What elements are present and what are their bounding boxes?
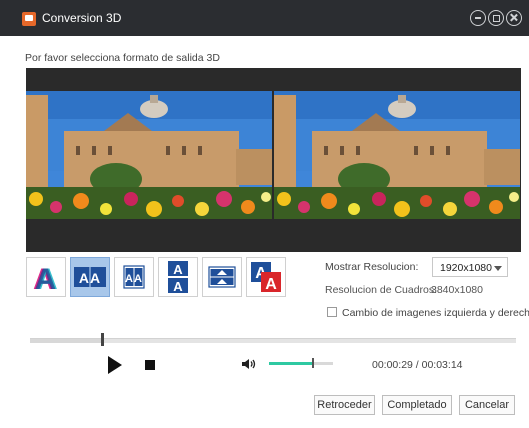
anaglyph-3d-icon: A A A [33,263,58,296]
preview-frame-right [274,91,520,219]
format-top-bottom-full-button[interactable]: A A [158,257,198,297]
swap-left-right-label: Cambio de imagenes izquierda y derecha [342,307,529,319]
top-bottom-half-icon [208,266,236,288]
stop-button[interactable] [145,360,155,370]
minimize-button[interactable] [470,10,486,26]
cancel-button[interactable]: Cancelar [459,395,515,415]
red-blue-icon: A A [251,262,281,293]
app-icon [22,12,36,26]
window-title: Conversion 3D [42,11,122,25]
svg-text:AA: AA [125,273,143,285]
display-resolution-select[interactable]: 1920x1080 [432,257,508,277]
format-top-bottom-half-button[interactable] [202,257,242,297]
format-red-blue-button[interactable]: A A [246,257,286,297]
display-resolution-value: 1920x1080 [440,262,492,274]
preview-scene-left [26,91,272,219]
volume-slider[interactable] [269,362,333,365]
svg-text:AA: AA [79,270,101,286]
format-side-by-side-full-button[interactable]: AA [70,257,110,297]
top-bottom-full-icon: A A [168,261,188,294]
swap-left-right-checkbox[interactable] [327,307,337,317]
frame-resolution-value: 3840x1080 [431,284,483,296]
playback-time: 00:00:29 / 00:03:14 [372,359,463,371]
svg-text:A: A [173,262,183,277]
video-preview [26,68,521,252]
seek-bar-progress [30,339,103,343]
close-button[interactable] [506,10,522,26]
volume-handle[interactable] [312,358,314,368]
side-by-side-half-icon: AA [123,265,145,289]
svg-text:A: A [35,263,57,296]
title-bar: Conversion 3D [0,0,529,36]
preview-frame-left [26,91,272,219]
chevron-down-icon [494,266,502,271]
format-prompt: Por favor selecciona formato de salida 3… [25,52,220,64]
volume-level [269,362,313,365]
maximize-button[interactable] [488,10,504,26]
display-resolution-label: Mostrar Resolucion: [325,261,419,273]
done-button[interactable]: Completado [382,395,452,415]
svg-text:A: A [265,276,277,293]
play-button[interactable] [108,356,122,374]
preview-scene-right [274,91,520,219]
seek-handle[interactable] [101,333,104,346]
volume-icon[interactable] [241,358,257,370]
format-anaglyph-button[interactable]: A A A [26,257,66,297]
back-button[interactable]: Retroceder [314,395,375,415]
format-side-by-side-half-button[interactable]: AA [114,257,154,297]
frame-resolution-label: Resolucion de Cuadros: [325,284,438,296]
svg-text:A: A [173,279,183,294]
side-by-side-full-icon: AA [74,267,106,287]
